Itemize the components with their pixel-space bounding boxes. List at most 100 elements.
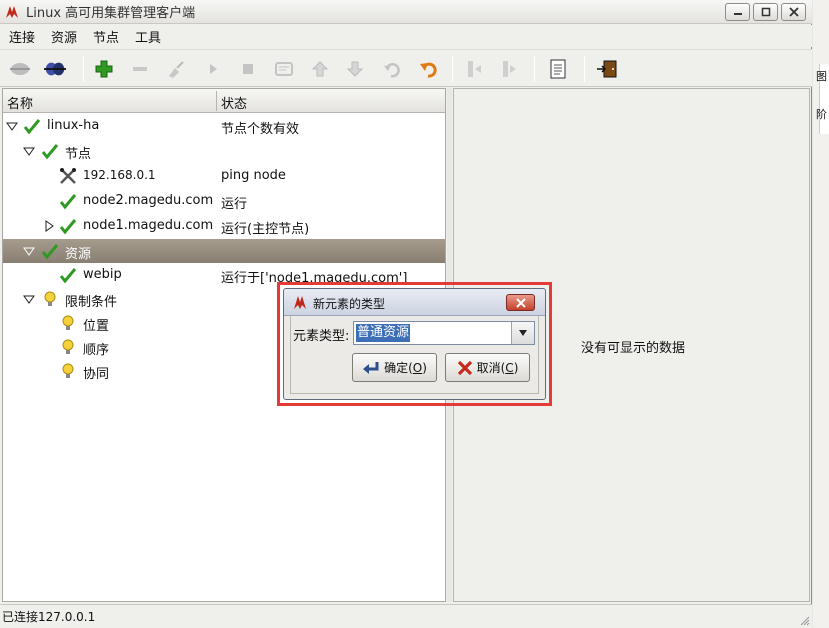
app-logo-icon xyxy=(294,296,306,309)
title-bar: Linux 高可用集群管理客户端 xyxy=(0,0,812,24)
menu-nodes[interactable]: 节点 xyxy=(84,27,126,46)
element-type-value[interactable]: 普通资源 xyxy=(356,324,411,342)
tree-item-status: 运行(主控节点) xyxy=(221,222,310,237)
redo-button[interactable] xyxy=(417,58,439,80)
bulb-icon xyxy=(62,339,74,354)
expander-expanded-icon[interactable] xyxy=(23,145,35,157)
tree-item-name: linux-ha xyxy=(47,118,100,133)
log-button[interactable] xyxy=(547,58,569,80)
element-type-select[interactable]: 普通资源 xyxy=(353,321,535,345)
bulb-icon xyxy=(44,291,56,306)
undo-icon xyxy=(384,63,400,78)
column-name-header[interactable]: 名称 xyxy=(7,93,33,112)
minus-icon xyxy=(133,67,147,71)
tree-item-name: webip xyxy=(83,267,122,282)
move-up-button[interactable] xyxy=(309,58,331,80)
active-button[interactable] xyxy=(498,58,520,80)
tree-item-name: 协同 xyxy=(83,367,110,382)
node-standby-icon xyxy=(468,61,481,77)
node-active-icon xyxy=(503,61,516,77)
cancel-label: 取消( xyxy=(476,361,506,375)
tree-item-name: 节点 xyxy=(65,147,92,162)
connect-button[interactable] xyxy=(9,58,31,80)
remove-button[interactable] xyxy=(129,58,151,80)
element-type-label: 元素类型: xyxy=(293,329,350,344)
disconnect-button[interactable] xyxy=(44,58,66,80)
maximize-icon xyxy=(761,7,770,17)
menu-resources[interactable]: 资源 xyxy=(42,27,84,46)
undo-button[interactable] xyxy=(381,58,403,80)
stop-icon xyxy=(243,64,253,74)
tree-item-status: ping node xyxy=(221,168,286,183)
tree-row-node2[interactable]: node2.magedu.com 运行 xyxy=(3,189,445,213)
ok-close: ) xyxy=(422,361,427,375)
tree-row-nodes[interactable]: 节点 xyxy=(3,139,445,163)
plug-connect-icon xyxy=(10,63,30,75)
close-button[interactable] xyxy=(781,3,806,21)
maximize-button[interactable] xyxy=(753,3,778,21)
cancel-button[interactable]: 取消(C) xyxy=(445,353,530,382)
tree-item-status: 节点个数有效 xyxy=(221,122,300,137)
add-button[interactable] xyxy=(93,58,115,80)
tree-item-name: 顺序 xyxy=(83,343,110,358)
check-icon xyxy=(59,219,77,235)
edit-button[interactable] xyxy=(273,58,295,80)
stop-button[interactable] xyxy=(237,58,259,80)
cancel-close: ) xyxy=(513,361,519,375)
close-icon xyxy=(515,297,526,308)
tree-item-name: 资源 xyxy=(65,247,92,262)
exit-button[interactable] xyxy=(596,58,618,80)
document-icon xyxy=(550,59,566,79)
dropdown-button[interactable] xyxy=(511,322,534,344)
minimize-button[interactable] xyxy=(725,3,750,21)
resize-grip-icon[interactable] xyxy=(800,616,810,626)
tree-item-status: 运行 xyxy=(221,197,248,212)
column-status-header[interactable]: 状态 xyxy=(221,93,247,112)
ok-mnemonic: O xyxy=(412,361,423,375)
tree-item-name: 限制条件 xyxy=(65,295,118,310)
check-icon xyxy=(41,144,59,160)
tree-row-resources[interactable]: 资源 xyxy=(3,239,445,263)
edit-form-icon xyxy=(275,62,293,76)
x-cancel-icon xyxy=(457,360,472,375)
check-icon xyxy=(23,119,41,135)
toolbar xyxy=(0,49,812,87)
expander-collapsed-icon[interactable] xyxy=(43,220,55,232)
close-icon xyxy=(788,7,799,17)
standby-button[interactable] xyxy=(463,58,485,80)
start-button[interactable] xyxy=(202,58,224,80)
window-title: Linux 高可用集群管理客户端 xyxy=(26,6,196,21)
dialog-body: 元素类型: 普通资源 确定(O) 取消(C) xyxy=(290,316,539,394)
tools-icon xyxy=(60,168,76,184)
menu-tools[interactable]: 工具 xyxy=(126,27,168,46)
empty-message: 没有可显示的数据 xyxy=(581,341,686,356)
minimize-icon xyxy=(733,13,742,15)
plug-disconnect-icon xyxy=(44,62,66,76)
ok-button[interactable]: 确定(O) xyxy=(352,353,437,382)
dialog-close-button[interactable] xyxy=(506,294,535,311)
tree-item-name: node1.magedu.com xyxy=(83,218,214,233)
plus-icon xyxy=(95,60,113,78)
tree-row-node1[interactable]: node1.magedu.com 运行(主控节点) xyxy=(3,214,445,238)
status-bar: 已连接127.0.0.1 xyxy=(0,604,812,628)
tree-item-name: 位置 xyxy=(83,319,110,334)
arrow-up-icon xyxy=(311,61,329,77)
enter-arrow-icon xyxy=(363,361,379,374)
tree-row-cluster[interactable]: linux-ha 节点个数有效 xyxy=(3,114,445,138)
tree-row-ping-node[interactable]: 192.168.0.1 ping node xyxy=(3,164,445,188)
menu-connect[interactable]: 连接 xyxy=(0,27,42,46)
menu-bar: 连接 资源 节点 工具 xyxy=(0,25,812,47)
edge-text: 图 xyxy=(816,70,827,83)
move-down-button[interactable] xyxy=(344,58,366,80)
background-window-edge: 图 阶 xyxy=(813,0,829,628)
tree-item-name: 192.168.0.1 xyxy=(83,168,156,182)
bulb-icon xyxy=(62,363,74,378)
bulb-icon xyxy=(62,315,74,330)
expander-expanded-icon[interactable] xyxy=(6,120,18,132)
new-element-dialog: 新元素的类型 元素类型: 普通资源 确定(O) 取消(C) xyxy=(283,288,546,400)
exit-door-icon xyxy=(597,60,617,78)
cleanup-button[interactable] xyxy=(165,58,187,80)
expander-expanded-icon[interactable] xyxy=(23,293,35,305)
expander-expanded-icon[interactable] xyxy=(23,245,35,257)
dialog-title: 新元素的类型 xyxy=(313,297,386,311)
